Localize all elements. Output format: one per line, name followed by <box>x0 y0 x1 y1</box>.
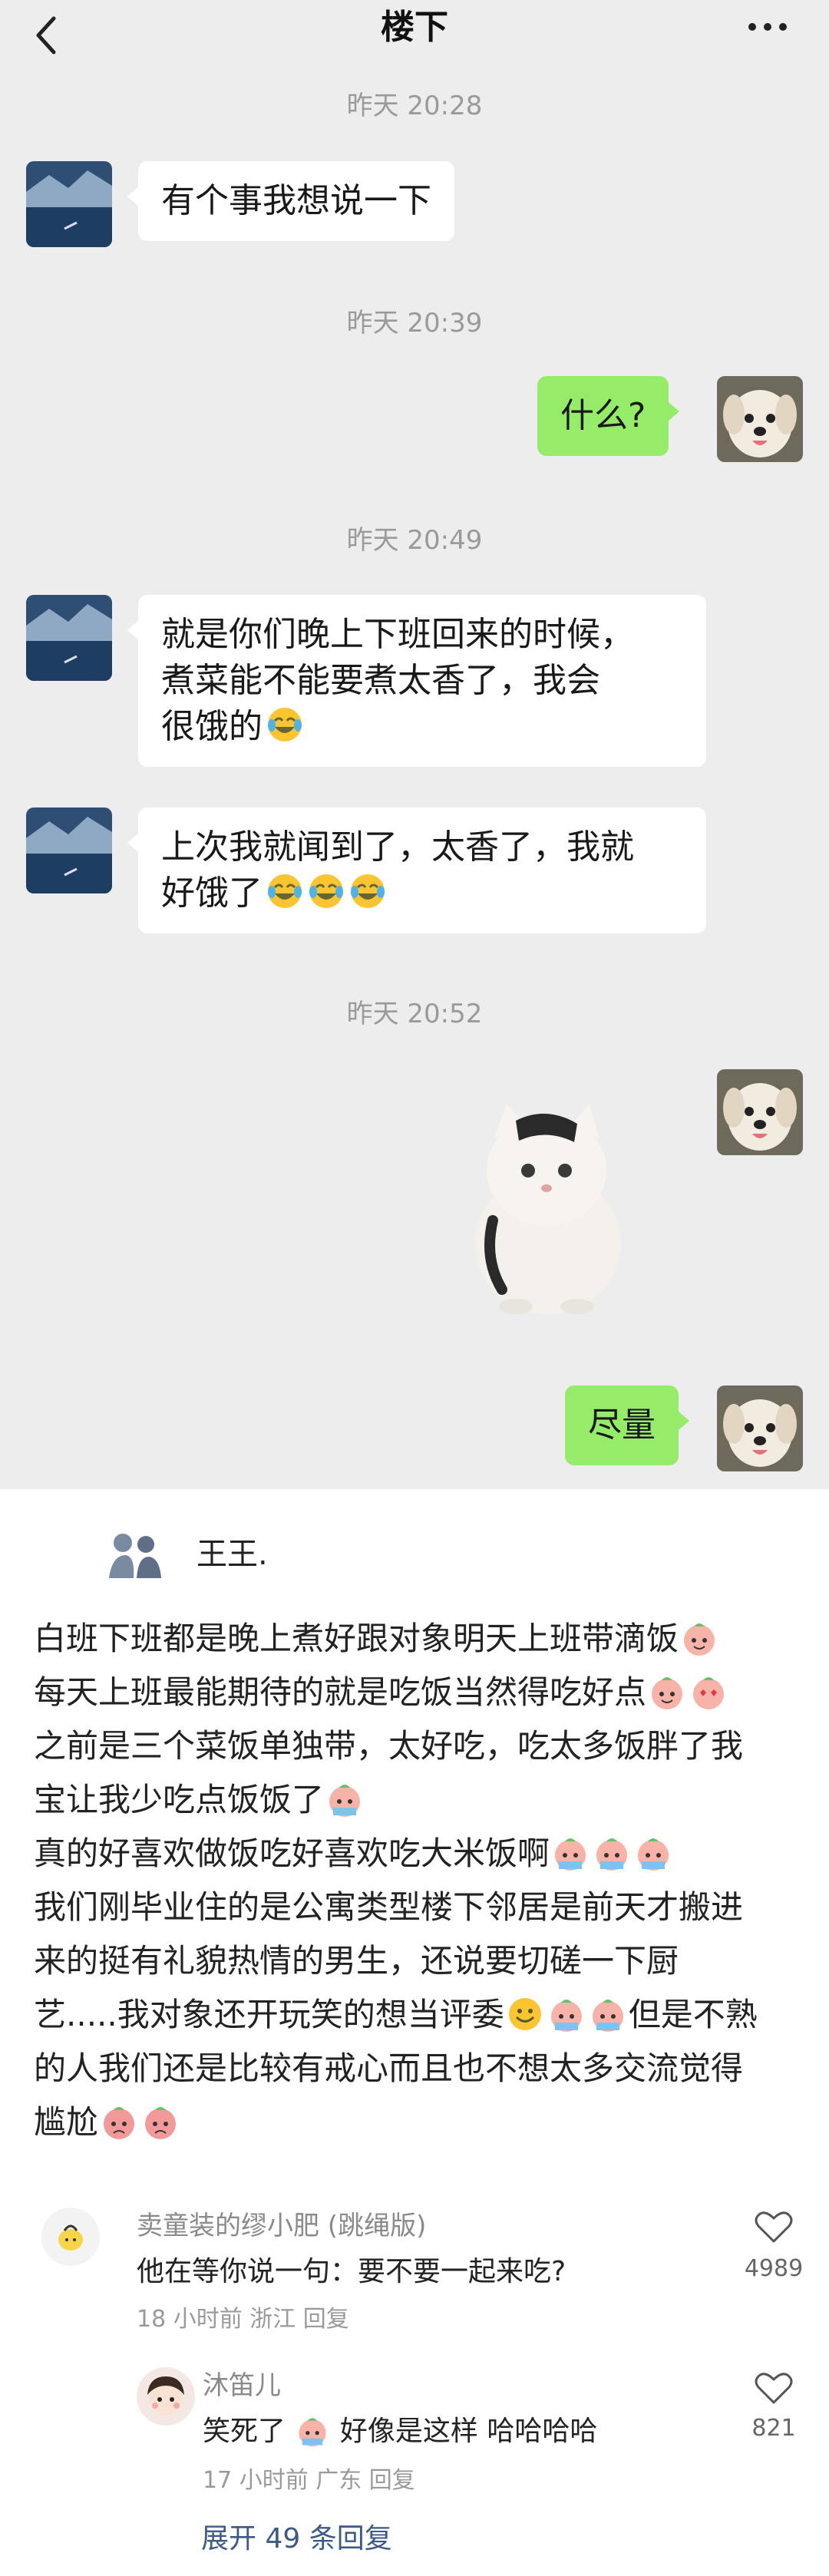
post-line: 的人我们还是比较有戒心而且也不想太多交流觉得 <box>34 2049 744 2087</box>
cat-sticker-icon[interactable] <box>462 1098 631 1316</box>
post-line: 尴尬 <box>34 2103 99 2141</box>
neighbor-avatar[interactable] <box>26 807 112 893</box>
crying-peach-emoji-icon <box>638 1838 669 1871</box>
my-avatar[interactable] <box>717 376 803 462</box>
timestamp: 昨天 20:49 <box>346 525 483 556</box>
commenter-name[interactable]: 卖童装的缪小肥 (跳绳版) <box>137 2204 426 2242</box>
post-line: 真的好喜欢做饭吃好喜欢吃大米饭啊 <box>34 1835 550 1872</box>
commenter-avatar[interactable] <box>137 2367 195 2426</box>
comment-text: 他在等你说一句：要不要一起来吃? <box>137 2256 566 2287</box>
sad-peach-emoji-icon <box>145 2107 177 2139</box>
crying-peach-emoji-icon <box>555 1838 586 1871</box>
peach-emoji-icon <box>684 1623 715 1656</box>
timestamp: 昨天 20:39 <box>346 308 483 339</box>
laugh-cry-emoji-icon <box>309 874 343 908</box>
heart-eyes-emoji-icon <box>693 1677 725 1709</box>
post-line: 宝让我少吃点饭饭了 <box>34 1781 325 1818</box>
message-bubble[interactable]: 就是你们晚上下班回来的时候， 煮菜能不能要煮太香了，我会 很饿的 <box>127 595 706 767</box>
neighbor-avatar[interactable] <box>26 161 112 247</box>
my-avatar[interactable] <box>717 1069 803 1155</box>
timestamp: 昨天 20:28 <box>346 91 483 121</box>
post-section: 王王. 白班下班都是晚上煮好跟对象明天上班带滴饭 每天上班最能期待的就是吃饭当然… <box>0 1489 829 2576</box>
post-line: 艺.....我对象还开玩笑的想当评委 <box>34 1996 504 2033</box>
grinning-emoji-icon <box>508 1998 541 2030</box>
author-name[interactable]: 王王. <box>197 1529 268 1574</box>
comment-text: 笑死了 好像是这样 哈哈哈哈 <box>203 2409 597 2449</box>
comment-text-part: 好像是这样 哈哈哈哈 <box>339 2416 598 2447</box>
comment-meta[interactable]: 17 小时前 广东 回复 <box>203 2461 415 2495</box>
expand-replies-link[interactable]: 展开 49 条回复 <box>201 2516 392 2556</box>
laugh-cry-emoji-icon <box>351 874 385 908</box>
message-text: 什么? <box>560 396 646 435</box>
heart-like-icon[interactable] <box>754 2209 794 2244</box>
crying-peach-emoji-icon <box>550 2000 582 2032</box>
post-line: 但是不熟 <box>628 1996 758 2033</box>
message-text: 尽量 <box>588 1405 656 1445</box>
message-bubble[interactable]: 有个事我想说一下 <box>127 161 454 241</box>
more-options-icon[interactable] <box>745 15 791 38</box>
chat-title: 楼下 <box>381 8 448 47</box>
like-count: 4989 <box>744 2255 804 2282</box>
message-line: 好饿了 <box>161 874 263 913</box>
post-line: 每天上班最能期待的就是吃饭当然得吃好点 <box>34 1673 647 1711</box>
crying-peach-emoji-icon <box>299 2418 327 2447</box>
post-line: 白班下班都是晚上煮好跟对象明天上班带滴饭 <box>34 1620 679 1657</box>
post-body: 白班下班都是晚上煮好跟对象明天上班带滴饭 每天上班最能期待的就是吃饭当然得吃好点… <box>34 1612 801 2149</box>
chat-top-bar: 楼下 <box>0 0 829 71</box>
my-avatar[interactable] <box>717 1385 803 1471</box>
post-line: 来的挺有礼貌热情的男生，还说要切磋一下厨 <box>34 1942 679 1980</box>
comment-meta[interactable]: 18 小时前 浙江 回复 <box>137 2300 349 2333</box>
message-line: 煮菜能不能要煮太香了，我会 <box>161 661 600 700</box>
author-avatar-icon[interactable] <box>100 1527 170 1583</box>
message-text: 有个事我想说一下 <box>161 181 431 220</box>
message-line: 很饿的 <box>161 707 263 746</box>
post-line: 我们刚毕业住的是公寓类型楼下邻居是前天才搬进 <box>34 1888 744 1926</box>
heart-like-icon[interactable] <box>754 2370 794 2406</box>
commenter-name[interactable]: 沐笛儿 <box>203 2364 281 2402</box>
message-line: 上次我就闻到了，太香了，我就 <box>161 827 634 867</box>
message-bubble[interactable]: 什么? <box>537 376 680 456</box>
crying-peach-emoji-icon <box>592 2000 623 2032</box>
neighbor-avatar[interactable] <box>26 595 112 681</box>
laugh-cry-emoji-icon <box>268 708 302 741</box>
crying-peach-emoji-icon <box>329 1785 361 1817</box>
peach-emoji-icon <box>652 1677 683 1709</box>
sad-peach-emoji-icon <box>104 2107 135 2139</box>
message-bubble[interactable]: 上次我就闻到了，太香了，我就 好饿了 <box>127 807 706 933</box>
message-line: 就是你们晚上下班回来的时候， <box>161 615 634 654</box>
message-bubble[interactable]: 尽量 <box>565 1385 689 1465</box>
post-line: 之前是三个菜饭单独带，太好吃，吃太多饭胖了我 <box>34 1727 744 1765</box>
crying-peach-emoji-icon <box>596 1838 628 1871</box>
like-count: 821 <box>751 2415 796 2442</box>
chat-screenshot: 楼下 昨天 20:28 有个事我想说一下 昨天 20:39 什么? 昨天 20:… <box>0 0 829 1489</box>
comment-text-part: 笑死了 <box>203 2416 286 2447</box>
timestamp: 昨天 20:52 <box>346 999 483 1029</box>
commenter-avatar[interactable] <box>41 2208 100 2266</box>
laugh-cry-emoji-icon <box>268 874 302 908</box>
